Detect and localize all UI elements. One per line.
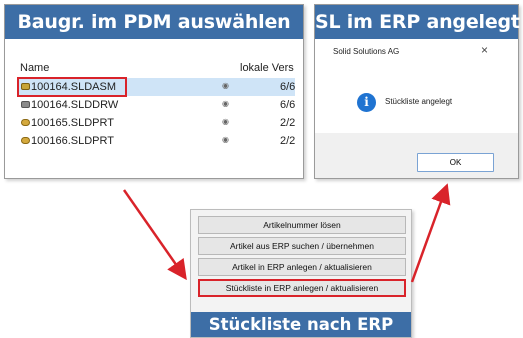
- erp-panel: SL im ERP angelegt Solid Solutions AG × …: [314, 4, 520, 179]
- menu-banner: Stückliste nach ERP: [191, 312, 411, 337]
- pdm-panel: Baugr. im PDM auswählen Name lokale Vers…: [4, 4, 304, 179]
- file-list-header: Name lokale Vers: [18, 61, 295, 78]
- dialog-title: Solid Solutions AG: [333, 47, 400, 56]
- file-version: 6/6: [280, 81, 296, 93]
- close-icon[interactable]: ×: [481, 43, 488, 57]
- stueckliste-anlegen-button[interactable]: Stückliste in ERP anlegen / aktualisiere…: [198, 279, 406, 297]
- erp-menu-panel: Artikelnummer lösen Artikel aus ERP such…: [190, 209, 412, 338]
- file-row[interactable]: 100165.SLDPRT ◉ 2/2: [18, 114, 295, 132]
- column-name-header[interactable]: Name: [20, 62, 49, 74]
- artikel-suchen-button[interactable]: Artikel aus ERP suchen / übernehmen: [198, 237, 406, 255]
- status-dot-icon: ◉: [222, 99, 229, 108]
- ok-button[interactable]: OK: [417, 153, 494, 172]
- artikel-anlegen-button[interactable]: Artikel in ERP anlegen / aktualisieren: [198, 258, 406, 276]
- pdm-banner: Baugr. im PDM auswählen: [5, 5, 303, 39]
- file-list: Name lokale Vers 100164.SLDASM ◉ 6/6 100…: [18, 61, 295, 150]
- file-row[interactable]: 100166.SLDPRT ◉ 2/2: [18, 132, 295, 150]
- status-dot-icon: ◉: [222, 135, 229, 144]
- file-row[interactable]: 100164.SLDDRW ◉ 6/6: [18, 96, 295, 114]
- file-name: 100164.SLDDRW: [31, 99, 119, 111]
- file-version: 6/6: [280, 99, 296, 111]
- file-name: 100165.SLDPRT: [31, 117, 114, 129]
- info-icon: i: [357, 93, 376, 112]
- file-version: 2/2: [280, 135, 296, 147]
- artikelnummer-loesen-button[interactable]: Artikelnummer lösen: [198, 216, 406, 234]
- selection-highlight-box: [17, 77, 127, 97]
- arrow-menu-to-erp: [410, 183, 451, 283]
- part-icon: [21, 137, 30, 144]
- status-dot-icon: ◉: [222, 117, 229, 126]
- file-version: 2/2: [280, 117, 296, 129]
- arrow-pdm-to-menu: [122, 189, 187, 281]
- drawing-icon: [21, 101, 30, 108]
- status-dot-icon: ◉: [222, 81, 229, 90]
- erp-banner: SL im ERP angelegt: [315, 5, 520, 39]
- column-version-header[interactable]: lokale Vers: [240, 62, 294, 74]
- dialog-message: Stückliste angelegt: [385, 97, 453, 106]
- file-name: 100166.SLDPRT: [31, 135, 114, 147]
- part-icon: [21, 119, 30, 126]
